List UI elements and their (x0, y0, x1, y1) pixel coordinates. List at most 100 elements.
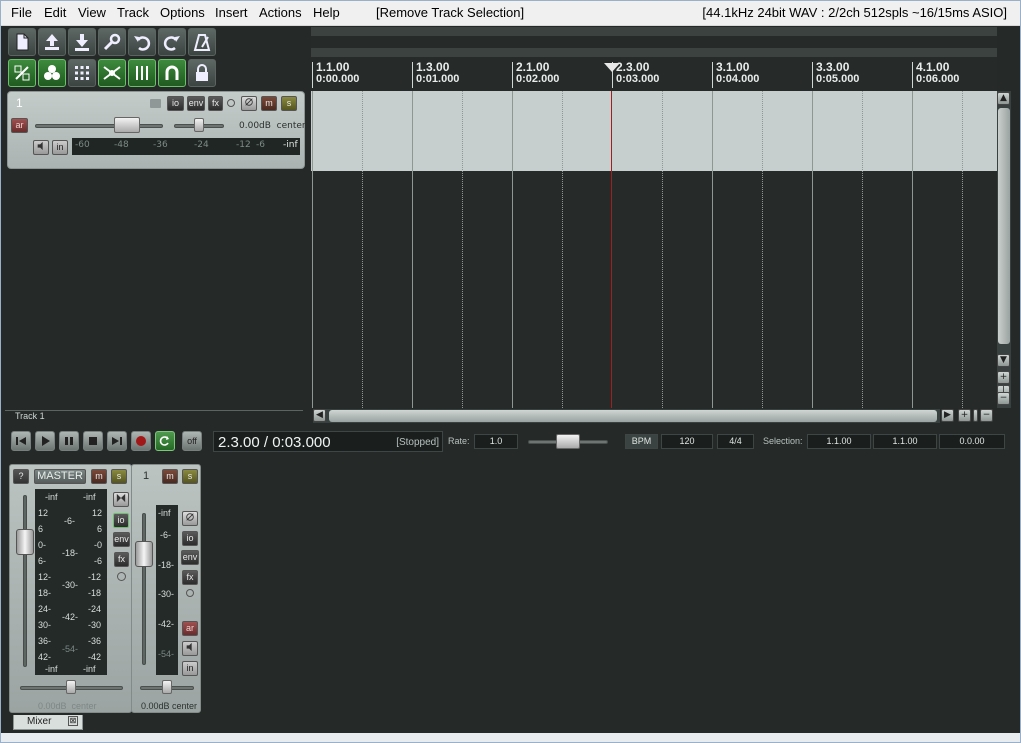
master-io-button[interactable]: io (113, 513, 129, 528)
selection-end-field[interactable]: 1.1.00 (873, 434, 937, 449)
volume-fader-track[interactable] (35, 124, 163, 128)
audio-device-status[interactable]: [44.1kHz 24bit WAV : 2/2ch 512spls ~16/1… (702, 5, 1007, 20)
metronome-button[interactable] (188, 28, 216, 56)
strip-peak-label[interactable]: -inf (158, 508, 171, 518)
ruler-marker-strip[interactable] (311, 48, 997, 57)
play-button[interactable] (35, 431, 55, 451)
record-arm-button[interactable]: ar (11, 118, 28, 133)
master-pan-knob[interactable] (66, 680, 76, 694)
menu-file[interactable]: File (11, 5, 32, 20)
repeat-toggle-button[interactable] (155, 431, 175, 451)
strip-record-arm-button[interactable]: ar (182, 621, 198, 636)
master-volume-fader-track[interactable] (23, 495, 27, 667)
edit-cursor-line[interactable] (611, 91, 612, 408)
track-io-button[interactable]: io (167, 96, 184, 111)
scroll-left-button[interactable]: ◀ (313, 409, 326, 422)
time-display[interactable]: 2.3.00 / 0:03.000 [Stopped] (213, 431, 443, 452)
master-mono-button[interactable] (113, 492, 129, 507)
menu-track[interactable]: Track (117, 5, 149, 20)
zoom-in-vertical-button[interactable]: + (997, 371, 1010, 384)
selection-start-field[interactable]: 1.1.00 (807, 434, 871, 449)
track-name-label[interactable]: Track 1 (15, 411, 45, 421)
strip-volume-fader-knob[interactable] (135, 541, 153, 567)
time-signature-field[interactable]: 4/4 (717, 434, 754, 449)
scroll-down-button[interactable]: ▼ (997, 354, 1010, 367)
master-fx-button[interactable]: fx (114, 552, 129, 567)
vertical-scroll-thumb[interactable] (998, 108, 1010, 344)
remove-track-selection-button[interactable]: [Remove Track Selection] (376, 5, 524, 20)
horizontal-scrollbar[interactable]: ◀ (313, 409, 940, 423)
menu-options[interactable]: Options (160, 5, 205, 20)
grid-toggle-button[interactable] (68, 59, 96, 87)
master-peak-right[interactable]: -inf (83, 492, 96, 502)
mixer-tab[interactable]: Mixer ⊠ (13, 715, 83, 730)
phase-invert-button[interactable] (241, 96, 257, 111)
strip-volume-fader-track[interactable] (142, 513, 146, 665)
track-mute-button[interactable]: m (261, 96, 277, 111)
scroll-up-button[interactable]: ▲ (997, 92, 1010, 105)
bpm-field[interactable]: 120 (661, 434, 713, 449)
input-button[interactable]: in (52, 140, 68, 155)
strip-mute-button[interactable]: m (162, 469, 178, 484)
rate-field[interactable]: 1.0 (474, 434, 518, 449)
pause-button[interactable] (59, 431, 79, 451)
mixer-tab-close-icon[interactable]: ⊠ (68, 716, 78, 726)
menu-actions[interactable]: Actions (259, 5, 302, 20)
menu-edit[interactable]: Edit (44, 5, 66, 20)
strip-monitor-button[interactable] (182, 641, 198, 656)
master-mute-button[interactable]: m (91, 469, 107, 484)
strip-fx-bypass-indicator[interactable] (186, 589, 194, 597)
undo-button[interactable] (128, 28, 156, 56)
snap-toggle-button[interactable] (8, 59, 36, 87)
master-volume-fader-knob[interactable] (16, 529, 34, 555)
strip-fx-button[interactable]: fx (182, 570, 198, 585)
lock-button[interactable] (188, 59, 216, 87)
playhead-marker[interactable] (604, 63, 620, 72)
strip-input-button[interactable]: in (182, 661, 198, 676)
menu-insert[interactable]: Insert (215, 5, 248, 20)
track-lane[interactable] (311, 91, 997, 171)
strip-env-button[interactable]: env (181, 550, 199, 565)
strip-io-button[interactable]: io (182, 531, 198, 546)
auto-punch-button[interactable]: off (182, 431, 202, 451)
ripple-edit-button[interactable] (38, 59, 66, 87)
master-solo-button[interactable]: s (111, 469, 127, 484)
redo-button[interactable] (158, 28, 186, 56)
help-button[interactable]: ? (13, 469, 29, 484)
vertical-scrollbar[interactable]: ▲ ▼ + | − (997, 91, 1011, 408)
selection-length-field[interactable]: 0.0.00 (939, 434, 1005, 449)
auto-crossfade-button[interactable] (98, 59, 126, 87)
loop-toggle-button[interactable] (158, 59, 186, 87)
scroll-right-button[interactable]: ▶ (941, 409, 954, 422)
menu-help[interactable]: Help (313, 5, 340, 20)
strip-phase-button[interactable] (182, 511, 198, 526)
master-name-label[interactable]: MASTER (34, 469, 86, 484)
horizontal-scroll-thumb[interactable] (329, 410, 937, 422)
pan-fader-knob[interactable] (194, 118, 204, 132)
fx-bypass-indicator[interactable] (227, 99, 235, 107)
monitor-button[interactable] (33, 140, 49, 155)
master-env-button[interactable]: env (113, 532, 130, 547)
new-project-button[interactable] (8, 28, 36, 56)
ruler-region-strip[interactable] (311, 27, 997, 36)
master-peak-left[interactable]: -inf (45, 492, 58, 502)
go-to-start-button[interactable] (11, 431, 31, 451)
strip-pan-knob[interactable] (162, 680, 172, 694)
rate-slider-knob[interactable] (556, 434, 580, 449)
master-fx-bypass-indicator[interactable] (117, 572, 126, 581)
folder-icon[interactable] (150, 99, 161, 108)
track-env-button[interactable]: env (187, 96, 205, 111)
stop-button[interactable] (83, 431, 103, 451)
zoom-in-horizontal-button[interactable]: + (958, 409, 971, 422)
bpm-label[interactable]: BPM (625, 434, 658, 449)
menu-view[interactable]: View (78, 5, 106, 20)
track-solo-button[interactable]: s (281, 96, 297, 111)
zoom-out-horizontal-button[interactable]: − (980, 409, 993, 422)
record-button[interactable] (131, 431, 151, 451)
track-control-panel[interactable]: 1 io env fx m s ar 0.00dB center in -60 … (7, 91, 306, 169)
strip-solo-button[interactable]: s (182, 469, 198, 484)
zoom-horizontal-handle[interactable] (973, 409, 978, 422)
zoom-out-vertical-button[interactable]: − (997, 392, 1010, 405)
go-to-end-button[interactable] (107, 431, 127, 451)
track-fx-button[interactable]: fx (208, 96, 223, 111)
